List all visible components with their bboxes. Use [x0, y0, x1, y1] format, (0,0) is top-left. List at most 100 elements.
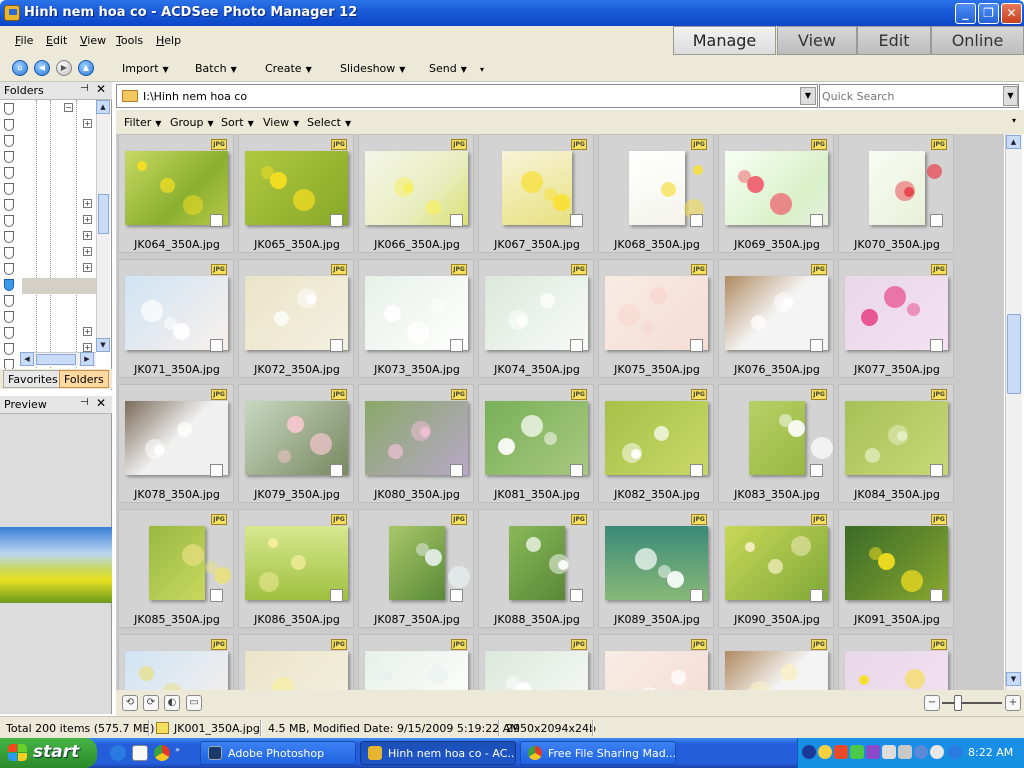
- zoom-out-icon[interactable]: −: [924, 695, 940, 711]
- menu-file[interactable]: File: [15, 34, 33, 47]
- thumbnail-item[interactable]: JPG JK089_350A.jpg: [598, 509, 714, 628]
- create-menu[interactable]: Create ▼: [265, 62, 312, 75]
- up-icon[interactable]: ▲: [78, 60, 94, 76]
- thumbnail-item[interactable]: JPG JK075_350A.jpg: [598, 259, 714, 378]
- thumbnail-checkbox[interactable]: [450, 589, 463, 602]
- scroll-thumb[interactable]: [1007, 314, 1021, 394]
- pin-icon[interactable]: ⊣: [80, 83, 89, 94]
- mode-tab-manage[interactable]: Manage: [673, 26, 776, 55]
- scroll-right-icon[interactable]: ▶: [80, 352, 94, 366]
- thumbnail-image[interactable]: [629, 151, 704, 225]
- thumbnail-item[interactable]: JPG JK082_350A.jpg: [598, 384, 714, 503]
- folder-tree[interactable]: − + + + + + + + +: [0, 100, 96, 370]
- import-menu[interactable]: Import ▼: [122, 62, 169, 75]
- sort-menu[interactable]: Sort ▼: [221, 116, 254, 129]
- thumbnail-item[interactable]: JPG JK070_350A.jpg: [838, 134, 954, 253]
- thumbnail-checkbox[interactable]: [330, 339, 343, 352]
- tree-row[interactable]: [0, 148, 96, 164]
- thumbnail-item[interactable]: JPG JK064_350A.jpg: [118, 134, 234, 253]
- thumbnail-item[interactable]: JPG JK086_350A.jpg: [238, 509, 354, 628]
- thumbnail-item[interactable]: JPG JK078_350A.jpg: [118, 384, 234, 503]
- thumbnail-item[interactable]: JPG JK068_350A.jpg: [598, 134, 714, 253]
- folder-tree-hscroll[interactable]: ◀ ▶: [20, 352, 96, 366]
- close-icon[interactable]: ✕: [96, 82, 106, 96]
- thumbnail-checkbox[interactable]: [210, 589, 223, 602]
- forward-icon[interactable]: ▶: [56, 60, 72, 76]
- tree-row[interactable]: +: [0, 228, 96, 244]
- expand-icon[interactable]: +: [83, 231, 92, 240]
- network-icon[interactable]: [882, 745, 896, 759]
- thumbnail-checkbox[interactable]: [330, 589, 343, 602]
- messenger-icon[interactable]: [818, 745, 832, 759]
- filterbar-overflow-icon[interactable]: ▾: [1012, 116, 1016, 125]
- tree-row[interactable]: +: [0, 260, 96, 276]
- thumbnail-item[interactable]: JPG JK074_350A.jpg: [478, 259, 594, 378]
- notepad-quicklaunch-icon[interactable]: [132, 745, 148, 761]
- zoom-slider-track[interactable]: [942, 702, 1002, 704]
- thumbnail-item[interactable]: JPG JK072_350A.jpg: [238, 259, 354, 378]
- thumbnail-checkbox[interactable]: [330, 214, 343, 227]
- menu-tools[interactable]: Tools: [116, 34, 143, 47]
- menu-view[interactable]: View: [80, 34, 106, 47]
- path-dropdown-icon[interactable]: ▼: [800, 87, 816, 105]
- maximize-button[interactable]: ❐: [978, 3, 999, 24]
- thumbnail-checkbox[interactable]: [210, 464, 223, 477]
- thumbnail-item[interactable]: JPG JK077_350A.jpg: [838, 259, 954, 378]
- thumbnail-image[interactable]: [149, 526, 231, 600]
- thumbnail-checkbox[interactable]: [810, 339, 823, 352]
- thumbnail-image[interactable]: [502, 151, 572, 225]
- thumbnail-checkbox[interactable]: [690, 464, 703, 477]
- expand-icon[interactable]: +: [83, 327, 92, 336]
- thumbnail-checkbox[interactable]: [690, 339, 703, 352]
- bluetooth-icon[interactable]: [930, 745, 944, 759]
- filter-menu[interactable]: Filter ▼: [124, 116, 161, 129]
- thumbnail-image[interactable]: [749, 401, 833, 475]
- thumbnail-item[interactable]: JPG JK091_350A.jpg: [838, 509, 954, 628]
- tray-collapse-icon[interactable]: [802, 745, 816, 759]
- thumbnail-item[interactable]: JPG JK090_350A.jpg: [718, 509, 834, 628]
- antivirus-icon[interactable]: [834, 745, 848, 759]
- thumbnail-item[interactable]: JPG: [838, 634, 954, 690]
- tree-row[interactable]: +: [0, 196, 96, 212]
- thumbnail-image[interactable]: [845, 651, 948, 690]
- expand-icon[interactable]: +: [83, 263, 92, 272]
- back-icon[interactable]: ◀: [34, 60, 50, 76]
- thumbnail-item[interactable]: JPG JK087_350A.jpg: [358, 509, 474, 628]
- thumbnail-item[interactable]: JPG JK085_350A.jpg: [118, 509, 234, 628]
- clock[interactable]: 8:22 AM: [968, 746, 1013, 759]
- rotate-left-icon[interactable]: ⟲: [122, 695, 138, 711]
- thumbnail-image[interactable]: [725, 651, 828, 690]
- scroll-thumb[interactable]: [36, 354, 76, 365]
- thumbnail-checkbox[interactable]: [210, 214, 223, 227]
- expand-icon[interactable]: +: [83, 199, 92, 208]
- minimize-button[interactable]: _: [955, 3, 976, 24]
- quicklaunch-expand-icon[interactable]: »: [175, 745, 185, 761]
- thumbnail-item[interactable]: JPG JK069_350A.jpg: [718, 134, 834, 253]
- thumbnail-image[interactable]: [245, 651, 348, 690]
- pin-icon[interactable]: ⊣: [80, 397, 89, 408]
- thumbnail-image[interactable]: [605, 651, 708, 690]
- mode-tab-edit[interactable]: Edit: [857, 26, 931, 55]
- slideshow-menu[interactable]: Slideshow ▼: [340, 62, 405, 75]
- thumbnail-item[interactable]: JPG: [718, 634, 834, 690]
- thumbnail-checkbox[interactable]: [570, 214, 583, 227]
- thumbnail-item[interactable]: JPG: [238, 634, 354, 690]
- path-bar[interactable]: I:\Hinh nem hoa co ▼: [116, 84, 818, 108]
- thumbnail-checkbox[interactable]: [450, 214, 463, 227]
- menu-help[interactable]: Help: [156, 34, 181, 47]
- thumbnail-item[interactable]: JPG: [358, 634, 474, 690]
- tree-row[interactable]: +: [0, 324, 96, 340]
- ie-quicklaunch-icon[interactable]: [110, 745, 126, 761]
- tray-app-icon[interactable]: [914, 745, 928, 759]
- scroll-down-icon[interactable]: ▼: [96, 338, 110, 352]
- thumbnail-checkbox[interactable]: [930, 589, 943, 602]
- send-menu[interactable]: Send ▼: [429, 62, 467, 75]
- thumbnail-image[interactable]: [485, 651, 588, 690]
- check-icon[interactable]: [850, 745, 864, 759]
- thumbnail-checkbox[interactable]: [810, 589, 823, 602]
- thumbnail-checkbox[interactable]: [930, 339, 943, 352]
- thumbnail-image[interactable]: [869, 151, 942, 225]
- tree-selected-row[interactable]: [22, 278, 96, 294]
- tree-row[interactable]: [0, 308, 96, 324]
- thumbnail-item[interactable]: JPG JK088_350A.jpg: [478, 509, 594, 628]
